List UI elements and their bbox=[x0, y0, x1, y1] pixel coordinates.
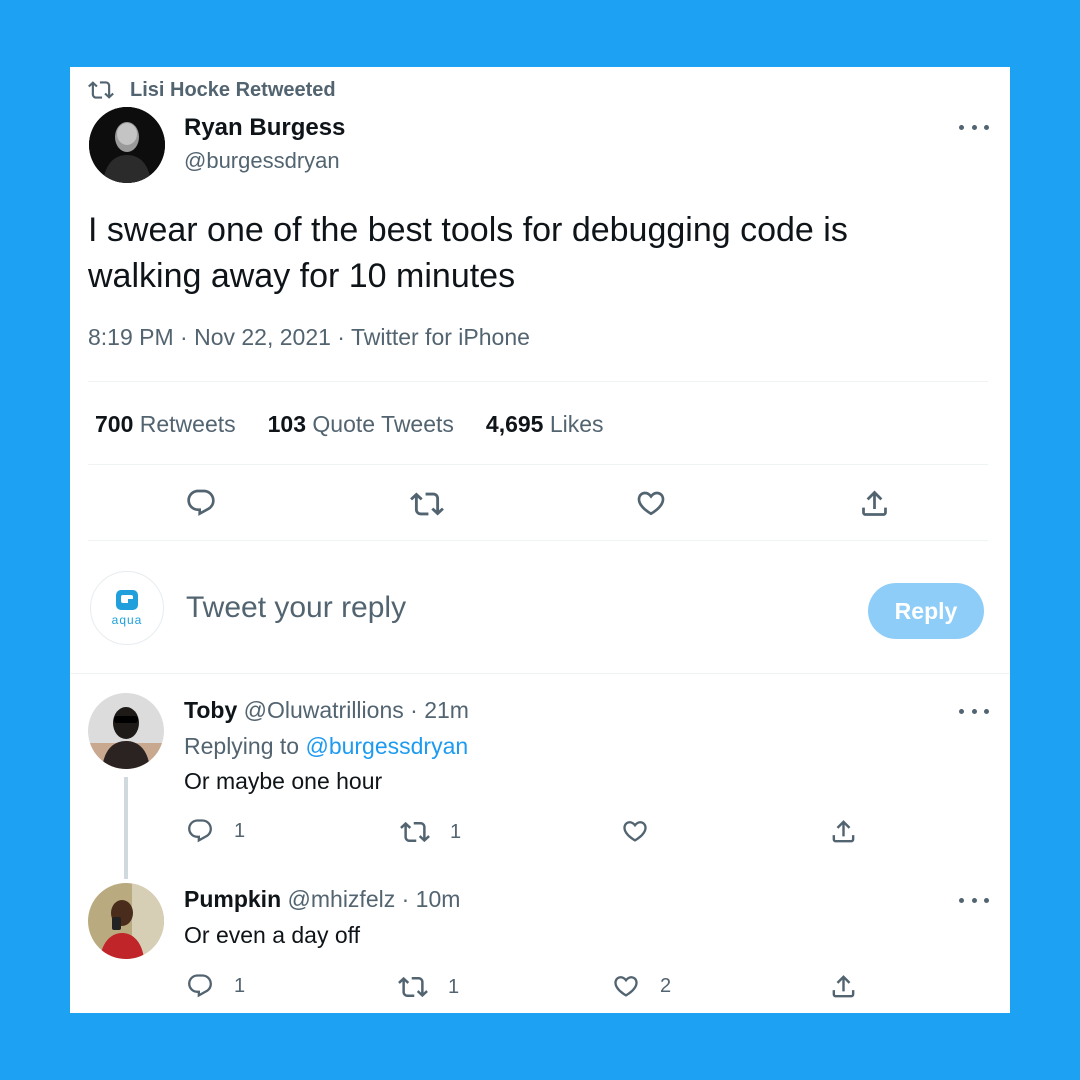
composer-avatar-text: aqua bbox=[111, 613, 143, 627]
retweet-icon bbox=[400, 821, 430, 843]
reply-count: 1 bbox=[234, 819, 246, 842]
more-dot-icon bbox=[959, 897, 964, 903]
more-dot-icon bbox=[959, 708, 964, 714]
reply-author-handle[interactable]: @mhizfelz bbox=[288, 886, 396, 912]
reply-avatar[interactable] bbox=[88, 693, 164, 769]
share-action[interactable] bbox=[829, 972, 858, 1001]
composer-avatar: aqua bbox=[90, 571, 164, 645]
reply-author-name[interactable]: Toby bbox=[184, 697, 237, 723]
retweet-count: 1 bbox=[450, 820, 462, 843]
retweet-icon bbox=[398, 976, 428, 998]
more-options-button[interactable] bbox=[959, 117, 989, 137]
reply-author-handle[interactable]: @Oluwatrillions bbox=[244, 697, 404, 723]
reply-text: Or maybe one hour bbox=[184, 768, 383, 794]
reply-action[interactable]: 1 bbox=[186, 972, 245, 1000]
tweet-meta[interactable]: 8:19 PM · Nov 22, 2021 · Twitter for iPh… bbox=[88, 324, 530, 351]
tweet-card: Lisi Hocke Retweeted Ryan Burgess @burge… bbox=[70, 67, 1010, 1013]
share-action[interactable] bbox=[829, 817, 858, 846]
reply-icon bbox=[188, 974, 212, 998]
reply-icon bbox=[188, 819, 212, 843]
author-avatar[interactable] bbox=[89, 107, 165, 183]
author-name[interactable]: Ryan Burgess bbox=[184, 114, 345, 142]
retweet-icon[interactable] bbox=[410, 487, 444, 521]
reply-header: Toby @Oluwatrillions · 21m bbox=[184, 697, 469, 724]
like-count: 2 bbox=[660, 974, 672, 997]
likes-stat[interactable]: 4,695 Likes bbox=[486, 411, 604, 438]
tweet-stats: 700 Retweets 103 Quote Tweets 4,695 Like… bbox=[95, 407, 636, 441]
retweet-count: 1 bbox=[448, 975, 460, 998]
divider bbox=[88, 464, 988, 465]
quote-tweets-stat[interactable]: 103 Quote Tweets bbox=[268, 411, 454, 438]
share-icon bbox=[832, 975, 855, 998]
reply-count: 1 bbox=[234, 974, 246, 997]
reply-button[interactable]: Reply bbox=[868, 583, 984, 639]
retweet-context[interactable]: Lisi Hocke Retweeted bbox=[88, 75, 336, 105]
replying-to-link[interactable]: @burgessdryan bbox=[305, 733, 468, 759]
share-icon[interactable] bbox=[858, 487, 891, 520]
aqua-logo-icon bbox=[116, 590, 138, 610]
tweet-text: I swear one of the best tools for debugg… bbox=[88, 211, 848, 295]
like-icon[interactable] bbox=[635, 487, 667, 519]
divider bbox=[88, 540, 988, 541]
thread-line bbox=[124, 777, 128, 879]
retweet-action[interactable]: 1 bbox=[398, 972, 459, 1002]
author-handle[interactable]: @burgessdryan bbox=[184, 148, 340, 174]
like-action[interactable] bbox=[621, 817, 669, 845]
like-action[interactable]: 2 bbox=[612, 972, 671, 1000]
retweet-action[interactable]: 1 bbox=[400, 817, 461, 847]
retweet-icon bbox=[88, 77, 114, 103]
reply-time[interactable]: · 21m bbox=[410, 697, 469, 723]
divider bbox=[88, 381, 988, 382]
reply-more-button[interactable] bbox=[959, 701, 989, 721]
reply-icon[interactable] bbox=[185, 487, 217, 519]
like-icon bbox=[614, 976, 638, 997]
retweet-context-label: Lisi Hocke Retweeted bbox=[130, 78, 336, 101]
reply-action[interactable]: 1 bbox=[186, 817, 245, 845]
reply-input[interactable]: Tweet your reply bbox=[186, 591, 406, 625]
reply-text: Or even a day off bbox=[184, 922, 361, 948]
reply-more-button[interactable] bbox=[959, 890, 989, 910]
like-icon bbox=[623, 821, 647, 842]
share-icon bbox=[832, 820, 855, 843]
reply-header: Pumpkin @mhizfelz · 10m bbox=[184, 886, 460, 913]
replying-to: Replying to @burgessdryan bbox=[184, 733, 469, 759]
reply-avatar[interactable] bbox=[88, 883, 164, 959]
section-divider bbox=[70, 673, 1010, 674]
reply-time[interactable]: · 10m bbox=[402, 886, 461, 912]
more-dot-icon bbox=[959, 124, 964, 130]
retweets-stat[interactable]: 700 Retweets bbox=[95, 411, 236, 438]
reply-author-name[interactable]: Pumpkin bbox=[184, 886, 281, 912]
